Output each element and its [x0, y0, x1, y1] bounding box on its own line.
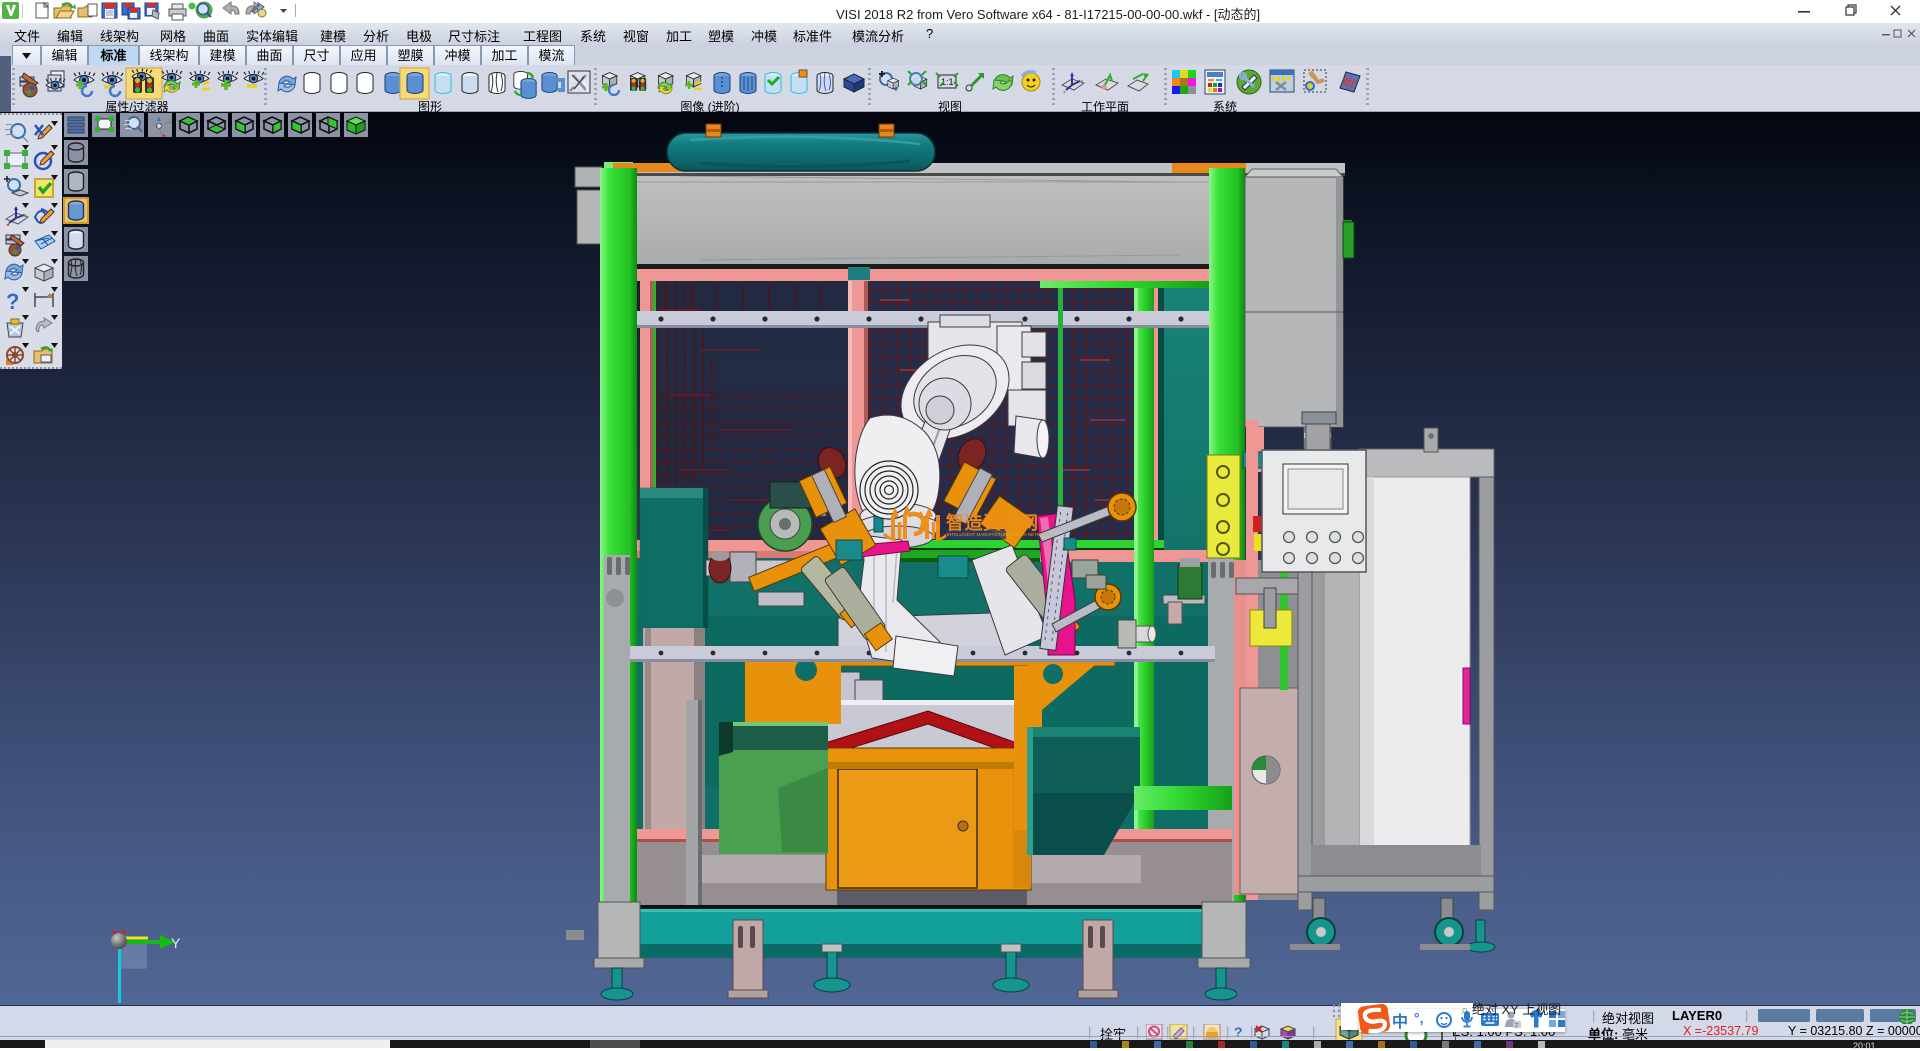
svg-text:?: ? [1234, 1024, 1243, 1040]
svg-text:7: 7 [1515, 1023, 1519, 1030]
svg-text:中: 中 [1392, 1012, 1408, 1031]
svg-text:Y: Y [171, 935, 181, 951]
svg-text:智造资料网: 智造资料网 [946, 512, 1039, 533]
svg-text:?: ? [6, 289, 19, 314]
svg-text:INTELLIGENT MANUFACTURING DATA: INTELLIGENT MANUFACTURING DATA NETWORK [947, 532, 1051, 537]
svg-text:°,: °, [1414, 1010, 1424, 1026]
